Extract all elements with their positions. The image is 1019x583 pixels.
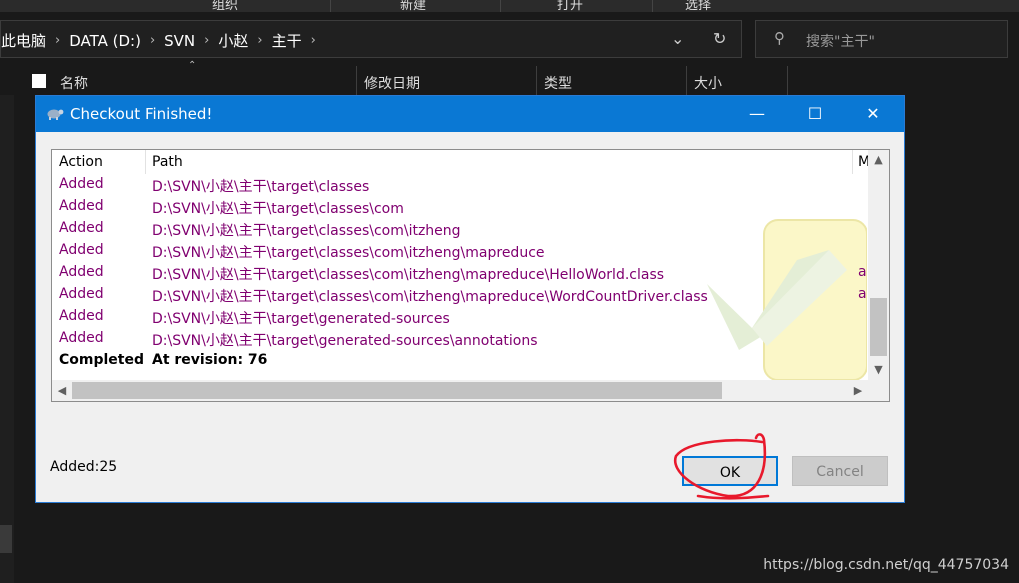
chevron-right-icon[interactable]: › bbox=[204, 33, 209, 48]
list-header: Action Path M bbox=[52, 150, 870, 174]
breadcrumb-this-pc[interactable]: 此电脑 bbox=[1, 30, 46, 51]
column-divider[interactable] bbox=[787, 66, 788, 96]
column-divider[interactable] bbox=[145, 150, 146, 174]
nav-pane-scroll-thumb[interactable] bbox=[0, 525, 12, 553]
search-box[interactable]: ⚲ 搜索"主干" bbox=[755, 20, 1008, 58]
list-item[interactable]: Added D:\SVN\小赵\主干\target\generated-sour… bbox=[52, 306, 868, 328]
checkout-dialog: Checkout Finished! — ☐ ✕ Action Path M A… bbox=[35, 95, 905, 503]
list-item[interactable]: Added D:\SVN\小赵\主干\target\classes\com\it… bbox=[52, 284, 868, 306]
row-action: Added bbox=[59, 242, 104, 258]
row-action: Added bbox=[59, 198, 104, 214]
ribbon-divider bbox=[652, 0, 653, 12]
dialog-titlebar[interactable]: Checkout Finished! — ☐ ✕ bbox=[36, 96, 904, 132]
ribbon-divider bbox=[500, 0, 501, 12]
tortoise-icon bbox=[47, 109, 64, 120]
row-action: Added bbox=[59, 286, 104, 302]
row-path: D:\SVN\小赵\主干\target\classes bbox=[152, 179, 370, 195]
maximize-button[interactable]: ☐ bbox=[786, 96, 844, 132]
ok-button[interactable]: OK bbox=[682, 456, 778, 486]
chevron-right-icon[interactable]: › bbox=[55, 33, 60, 48]
row-action: Completed bbox=[59, 352, 145, 368]
row-mime: a bbox=[858, 264, 867, 280]
column-type[interactable]: 类型 bbox=[544, 73, 572, 93]
chevron-right-icon[interactable]: › bbox=[311, 33, 316, 48]
column-divider[interactable] bbox=[356, 66, 357, 96]
ribbon-item-select[interactable]: 选择 bbox=[685, 0, 711, 12]
row-path: D:\SVN\小赵\主干\target\classes\com\itzheng\… bbox=[152, 245, 545, 261]
list-item[interactable]: Added D:\SVN\小赵\主干\target\classes\com\it… bbox=[52, 240, 868, 262]
explorer-ribbon: 组织 新建 打开 选择 bbox=[0, 0, 1019, 12]
list-item[interactable]: Added D:\SVN\小赵\主干\target\classes\com bbox=[52, 196, 868, 218]
navigation-pane bbox=[0, 95, 14, 583]
column-modified-date[interactable]: 修改日期 bbox=[364, 73, 420, 93]
column-divider[interactable] bbox=[852, 150, 853, 174]
scroll-down-icon[interactable]: ▼ bbox=[868, 360, 889, 380]
breadcrumb: 此电脑 › DATA (D:) › SVN › 小赵 › 主干 › bbox=[1, 30, 325, 51]
scrollbar-corner bbox=[868, 380, 889, 401]
row-path: D:\SVN\小赵\主干\target\generated-sources\an… bbox=[152, 333, 538, 349]
column-action[interactable]: Action bbox=[59, 154, 103, 170]
breadcrumb-xiaozhao[interactable]: 小赵 bbox=[218, 30, 248, 51]
row-path: At revision: 76 bbox=[152, 352, 268, 368]
list-item[interactable]: Added D:\SVN\小赵\主干\target\classes bbox=[52, 174, 868, 196]
minimize-button[interactable]: — bbox=[728, 96, 786, 132]
select-all-checkbox[interactable] bbox=[32, 74, 46, 88]
chevron-right-icon[interactable]: › bbox=[150, 33, 155, 48]
row-path: D:\SVN\小赵\主干\target\classes\com\itzheng\… bbox=[152, 289, 708, 305]
horizontal-scroll-thumb[interactable] bbox=[72, 382, 722, 399]
scroll-right-icon[interactable]: ▶ bbox=[848, 380, 868, 401]
list-item[interactable]: Added D:\SVN\小赵\主干\target\generated-sour… bbox=[52, 328, 868, 350]
row-action: Added bbox=[59, 220, 104, 236]
ribbon-divider bbox=[330, 0, 331, 12]
scroll-up-icon[interactable]: ▲ bbox=[868, 150, 889, 170]
row-path: D:\SVN\小赵\主干\target\classes\com\itzheng\… bbox=[152, 267, 665, 283]
checkout-results-list[interactable]: Action Path M Added D:\SVN\小赵\主干\target\… bbox=[51, 149, 890, 402]
refresh-icon[interactable]: ↻ bbox=[713, 29, 726, 48]
column-name[interactable]: 名称 bbox=[60, 73, 88, 93]
ribbon-item-organize[interactable]: 组织 bbox=[212, 0, 238, 12]
row-mime: a bbox=[858, 286, 867, 302]
list-item[interactable]: Added D:\SVN\小赵\主干\target\classes\com\it… bbox=[52, 262, 868, 284]
row-path: D:\SVN\小赵\主干\target\classes\com\itzheng bbox=[152, 223, 461, 239]
breadcrumb-svn[interactable]: SVN bbox=[164, 32, 195, 50]
row-path: D:\SVN\小赵\主干\target\generated-sources bbox=[152, 311, 450, 327]
column-divider[interactable] bbox=[686, 66, 687, 96]
column-size[interactable]: 大小 bbox=[694, 73, 722, 93]
column-path[interactable]: Path bbox=[152, 154, 183, 170]
column-divider[interactable] bbox=[536, 66, 537, 96]
row-action: Added bbox=[59, 330, 104, 346]
row-action: Added bbox=[59, 264, 104, 280]
close-icon[interactable]: ✕ bbox=[844, 96, 902, 132]
row-action: Added bbox=[59, 176, 104, 192]
scroll-left-icon[interactable]: ◀ bbox=[52, 380, 72, 401]
row-path: D:\SVN\小赵\主干\target\classes\com bbox=[152, 201, 404, 217]
vertical-scrollbar[interactable]: ▲ ▼ bbox=[868, 150, 889, 380]
dialog-title: Checkout Finished! bbox=[70, 105, 213, 123]
watermark: https://blog.csdn.net/qq_44757034 bbox=[763, 557, 1009, 573]
added-summary: Added:25 bbox=[50, 459, 118, 475]
breadcrumb-data-drive[interactable]: DATA (D:) bbox=[69, 32, 141, 50]
row-action: Added bbox=[59, 308, 104, 324]
ribbon-item-new[interactable]: 新建 bbox=[400, 0, 426, 12]
vertical-scroll-thumb[interactable] bbox=[870, 298, 887, 356]
breadcrumb-trunk[interactable]: 主干 bbox=[272, 30, 302, 51]
list-item[interactable]: Added D:\SVN\小赵\主干\target\classes\com\it… bbox=[52, 218, 868, 240]
file-list-header: 名称 修改日期 类型 大小 bbox=[0, 64, 790, 96]
cancel-button[interactable]: Cancel bbox=[792, 456, 888, 486]
chevron-down-icon[interactable]: ⌄ bbox=[671, 29, 684, 48]
horizontal-scrollbar[interactable]: ◀ ▶ bbox=[52, 380, 889, 401]
search-icon: ⚲ bbox=[774, 29, 785, 47]
ribbon-item-open[interactable]: 打开 bbox=[557, 0, 583, 12]
search-input[interactable]: 搜索"主干" bbox=[806, 31, 875, 51]
chevron-right-icon[interactable]: › bbox=[257, 33, 262, 48]
address-bar[interactable]: 此电脑 › DATA (D:) › SVN › 小赵 › 主干 › ⌄ ↻ bbox=[0, 20, 742, 58]
list-item-completed[interactable]: Completed At revision: 76 bbox=[52, 350, 868, 372]
